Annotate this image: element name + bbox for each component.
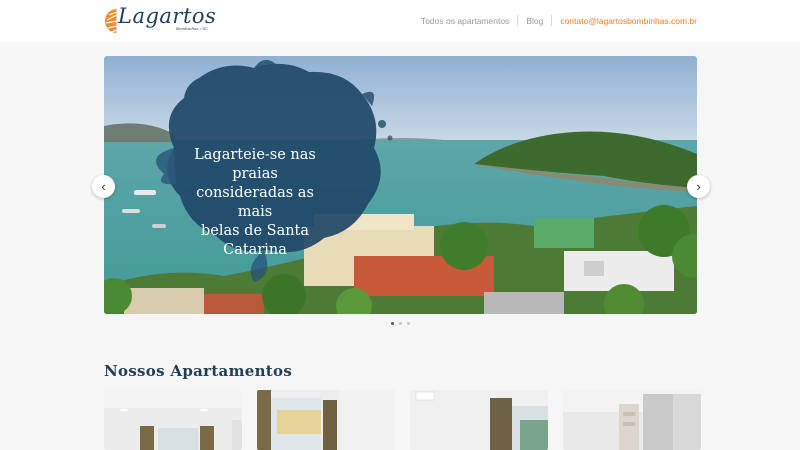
main-nav: Todos os apartamentos Blog contato@lagar…: [421, 15, 697, 26]
chevron-left-icon: ‹: [101, 179, 106, 194]
slider-prev-button[interactable]: ‹: [92, 175, 115, 198]
slider-dot[interactable]: [399, 322, 402, 325]
brand-tagline: Bombinhas / SC: [176, 26, 209, 31]
apartment-photo: [410, 390, 548, 450]
brand-name: Lagartos: [118, 4, 217, 28]
slide-caption-line: Lagarteie-se nas praias: [194, 147, 316, 182]
slider-next-button[interactable]: ›: [687, 175, 710, 198]
nav-link-email[interactable]: contato@lagartosbombinhas.com.br: [560, 16, 697, 26]
section-title-apartments: Nossos Apartamentos: [104, 362, 293, 380]
site-header: Lagartos Bombinhas / SC Todos os apartam…: [0, 0, 800, 42]
slide-caption: Lagarteie-se nas praias consideradas as …: [180, 146, 330, 260]
nav-link-blog[interactable]: Blog: [526, 16, 543, 26]
apartment-card[interactable]: [104, 390, 242, 450]
slide-caption-line: belas de Santa Catarina: [200, 223, 310, 258]
apartment-photo: [104, 390, 242, 450]
slide-caption-line: consideradas as mais: [196, 185, 314, 220]
apartment-card[interactable]: [563, 390, 701, 450]
chevron-right-icon: ›: [696, 179, 701, 194]
apartment-photo: [563, 390, 701, 450]
hero-slider[interactable]: Lagarteie-se nas praias consideradas as …: [104, 56, 697, 314]
nav-divider: [551, 15, 553, 26]
slider-dot[interactable]: [391, 322, 394, 325]
nav-link-apartments[interactable]: Todos os apartamentos: [421, 16, 509, 26]
nav-divider: [517, 15, 519, 26]
apartment-photo: [257, 390, 395, 450]
apartment-card-list: [104, 390, 701, 450]
apartment-card[interactable]: [410, 390, 548, 450]
slider-dot[interactable]: [407, 322, 410, 325]
slider-pagination: [391, 322, 410, 325]
apartment-card[interactable]: [257, 390, 395, 450]
